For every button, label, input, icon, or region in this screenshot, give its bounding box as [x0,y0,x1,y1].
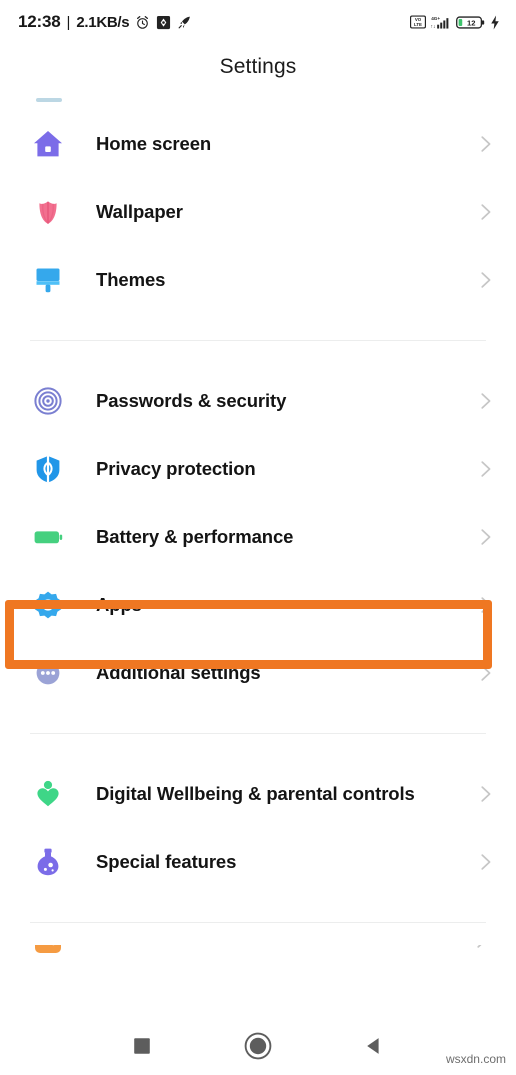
sidebar-item-label: Digital Wellbeing & parental controls [96,783,415,804]
battery-indicator: 12 [456,15,485,29]
sidebar-item-battery-performance[interactable]: Battery & performance [0,503,516,571]
partial-icon-top [36,98,62,102]
chevron-right-icon [481,461,491,477]
status-bar: 12:38 | 2.1KB/s VO LTE 4G+ ↓ 12 [0,0,516,44]
sidebar-item-home-screen[interactable]: Home screen [0,110,516,178]
sidebar-item-label: Home screen [96,133,212,154]
chevron-right-icon [481,204,491,220]
battery-icon [28,517,68,557]
house-icon [28,124,68,164]
chevron-right-icon [477,945,482,948]
rocket-boost-icon [178,16,191,28]
potion-flask-icon [28,842,68,882]
gear-icon [28,585,68,625]
svg-text:LTE: LTE [414,22,422,27]
sidebar-item-label: Apps [96,594,142,615]
chevron-right-icon [481,529,491,545]
sidebar-item-apps[interactable]: Apps [0,571,516,639]
sidebar-item-label: Passwords & security [96,390,287,411]
partial-row-bottom[interactable]: Mi... [0,945,516,971]
status-bar-right: VO LTE 4G+ ↑↓ 12 [410,14,500,30]
volte-icon: VO LTE [410,15,426,29]
signal-generation-label: 4G+ [431,16,440,21]
settings-screen: 12:38 | 2.1KB/s VO LTE 4G+ ↓ 12 Settings… [0,0,516,1075]
status-bar-left: 12:38 | 2.1KB/s [18,12,192,32]
sidebar-item-label: Wallpaper [96,201,183,222]
chevron-right-icon [481,665,491,681]
page-title: Settings [219,55,297,78]
chevron-right-icon [481,597,491,613]
sidebar-item-additional-settings[interactable]: Additional settings [0,639,516,707]
sidebar-item-privacy-protection[interactable]: Privacy protection [0,435,516,503]
watermark: wsxdn.com [445,1052,506,1066]
alarm-clock-icon [137,15,149,29]
status-separator: | [66,13,71,31]
app-notification-icon [157,15,171,29]
back-triangle-icon[interactable] [359,1031,389,1061]
partial-row-label: Mi... [96,945,132,949]
sidebar-item-special-features[interactable]: Special features [0,828,516,896]
status-network-speed: 2.1KB/s [76,13,130,31]
sidebar-item-digital-wellbeing[interactable]: Digital Wellbeing & parental controls [0,760,516,828]
chevron-right-icon [481,786,491,802]
svg-text:↑↓: ↑↓ [431,24,436,29]
partial-row-top [0,96,516,110]
fingerprint-icon [28,381,68,421]
recents-square-icon[interactable] [127,1031,157,1061]
chevron-right-icon [481,272,491,288]
sidebar-item-label: Privacy protection [96,458,256,479]
sidebar-item-themes[interactable]: Themes [0,246,516,314]
navigation-bar [0,1016,516,1075]
home-circle-icon[interactable] [243,1031,273,1061]
sidebar-item-label: Special features [96,851,237,872]
sidebar-item-wallpaper[interactable]: Wallpaper [0,178,516,246]
charging-bolt-icon [491,14,499,30]
chevron-right-icon [481,393,491,409]
battery-level-label: 12 [467,18,475,27]
settings-list[interactable]: Home screen Wallpaper Themes Passwords &… [0,96,516,1016]
paintbrush-icon [28,260,68,300]
orange-app-icon [35,945,61,953]
signal-bars-icon: 4G+ ↑↓ [431,16,449,29]
sidebar-item-label: Battery & performance [96,526,294,547]
more-dots-icon [28,653,68,693]
sidebar-item-label: Themes [96,269,166,290]
status-time: 12:38 [18,12,61,31]
chevron-right-icon [481,136,491,152]
sidebar-item-passwords-security[interactable]: Passwords & security [0,367,516,435]
chevron-right-icon [481,854,491,870]
svg-text:VO: VO [415,17,422,22]
sidebar-item-label: Additional settings [96,662,261,683]
tulip-icon [28,192,68,232]
shield-icon [28,449,68,489]
heart-person-icon [28,774,68,814]
